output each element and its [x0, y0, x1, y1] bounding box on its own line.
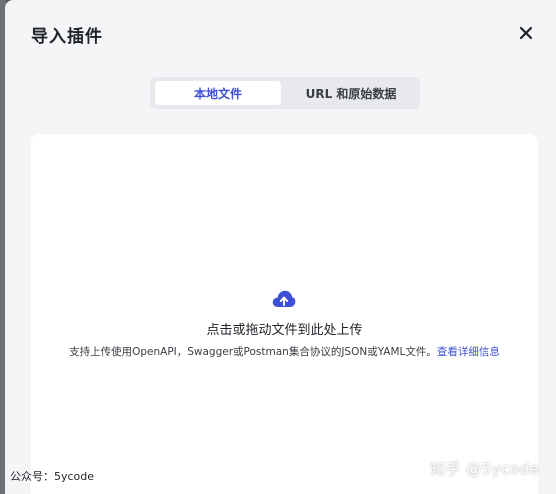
dropzone-instruction: 点击或拖动文件到此处上传 [206, 323, 363, 338]
supported-formats-text: 支持上传使用OpenAPI，Swagger或Postman集合协议的JSON或Y… [69, 346, 437, 358]
cloud-upload-icon [272, 290, 296, 307]
tab-url-raw-data[interactable]: URL 和原始数据 [286, 81, 416, 105]
dropzone-hint: 支持上传使用OpenAPI，Swagger或Postman集合协议的JSON或Y… [31, 344, 538, 359]
import-plugin-modal: 导入插件 本地文件 URL 和原始数据 点击或拖动文件到此处上传 支持上传使用O… [5, 0, 556, 494]
watermark-zhihu: 知乎 @5ycode [430, 460, 540, 478]
modal-title: 导入插件 [31, 27, 103, 47]
watermark-wechat: 公众号：5ycode [10, 470, 95, 483]
close-button[interactable] [515, 22, 537, 44]
close-icon [519, 26, 533, 40]
tab-local-file[interactable]: 本地文件 [155, 81, 281, 105]
import-source-tabs: 本地文件 URL 和原始数据 [150, 77, 420, 109]
view-details-link[interactable]: 查看详细信息 [437, 346, 500, 358]
file-dropzone[interactable]: 点击或拖动文件到此处上传 支持上传使用OpenAPI，Swagger或Postm… [31, 134, 538, 494]
